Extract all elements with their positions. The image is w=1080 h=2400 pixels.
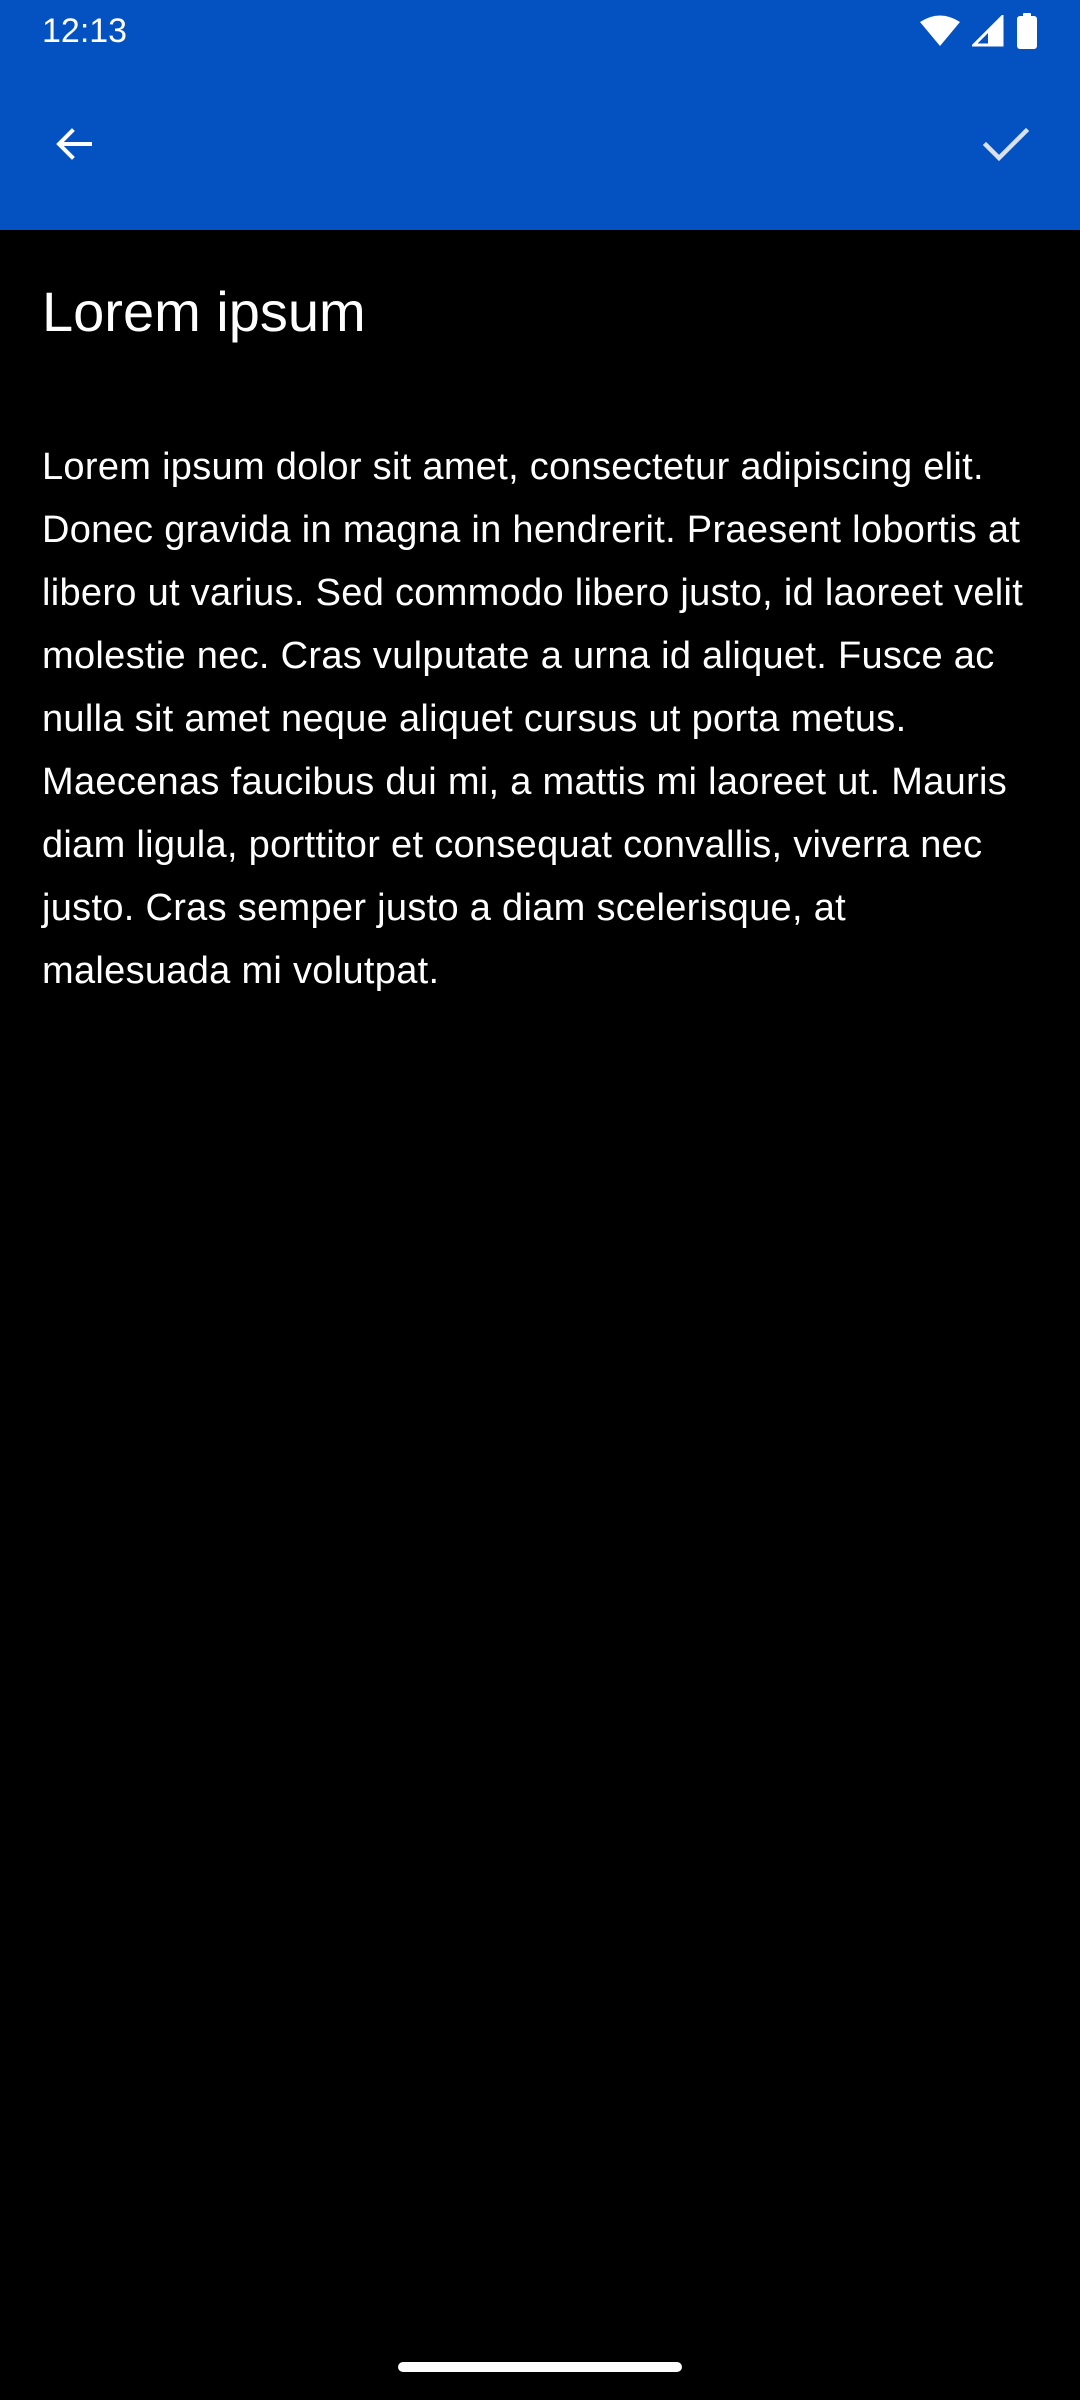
body-text: Lorem ipsum dolor sit amet, consectetur … [42,446,1024,992]
back-button[interactable] [26,98,122,194]
page-title: Lorem ipsum [42,280,366,343]
status-icons [920,12,1038,50]
status-time: 12:13 [42,12,128,50]
battery-icon [1016,13,1038,49]
cell-signal-icon [972,15,1004,47]
app-bar [0,62,1080,230]
screen: 12:13 Lorem ipsum Lorem ipsum dolor sit … [0,0,1080,2400]
arrow-left-icon [50,120,98,173]
confirm-button[interactable] [958,98,1054,194]
checkmark-icon [980,118,1032,175]
home-indicator[interactable] [398,2362,682,2372]
content-area: Lorem ipsum Lorem ipsum dolor sit amet, … [42,230,1042,1003]
wifi-icon [920,15,960,47]
status-bar: 12:13 [0,0,1080,62]
